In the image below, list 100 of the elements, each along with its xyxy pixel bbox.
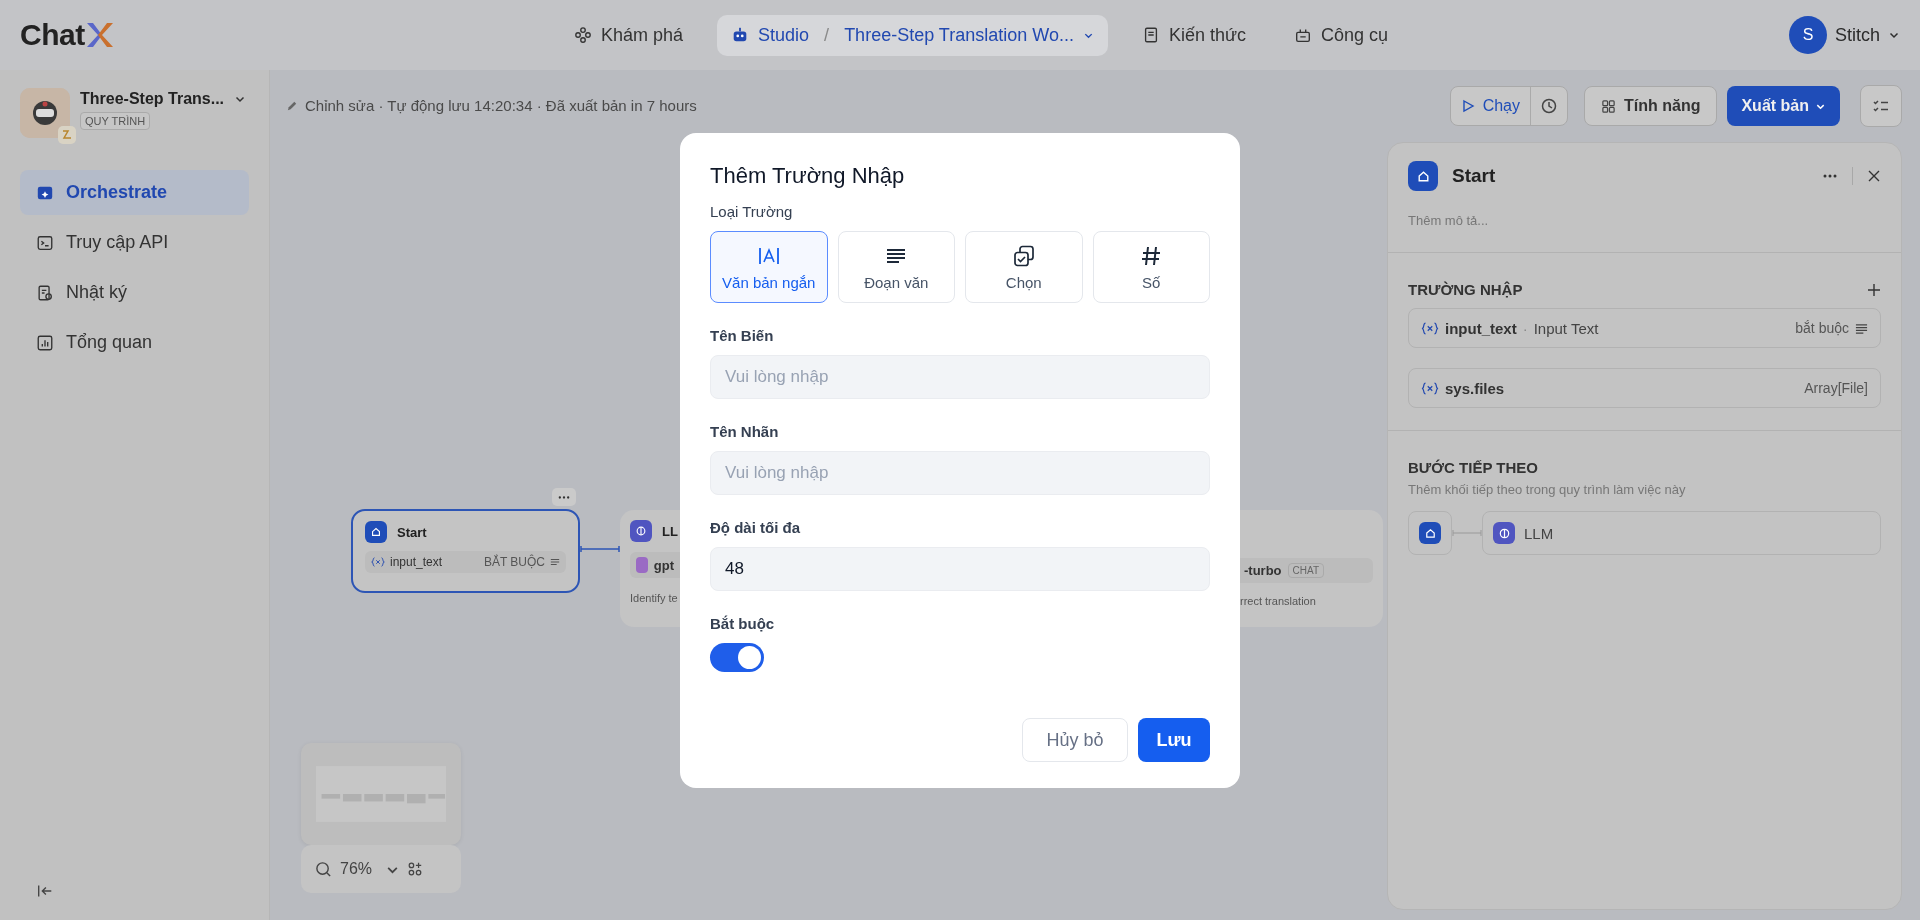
option-label: Văn bản ngắn [722,273,816,291]
features-button[interactable]: Tính năng [1584,86,1718,126]
zoom-level: 76% [340,860,373,878]
dialog-title: Thêm Trường Nhập [710,163,906,189]
bar-chart-icon [36,333,54,352]
variable-name: sys.files [1445,379,1505,397]
sidebar-item[interactable]: Truy cập API [20,220,249,265]
field-type-option[interactable]: Số [1092,231,1210,303]
more-icon[interactable] [1822,173,1838,179]
variable-icon [371,557,385,567]
next-block[interactable]: LLM [1482,511,1881,555]
node-description: Identify te [630,592,679,604]
workflow-badge-icon [58,126,76,144]
nav-tab[interactable]: Khám phá [560,14,698,56]
variable-icon [1421,381,1439,395]
terminal-icon [36,233,54,252]
home-icon [1419,522,1441,544]
field-type-option[interactable]: Chọn [965,231,1083,303]
start-node[interactable]: Start input_text BẮT BUỘC [351,509,580,593]
checklist-icon[interactable] [1860,85,1902,127]
option-label: Chọn [1005,273,1042,291]
node-title: LL [662,523,678,539]
model-icon [636,557,648,573]
nav-tab[interactable]: Studio / Three-Step Translation Wo... [717,14,1108,56]
section-heading: TRƯỜNG NHẬP [1408,281,1523,298]
field-label: Bắt buộc [710,615,776,632]
variable-type: bắt buộc [1795,320,1849,336]
connector-line [580,546,620,552]
logo-icon [84,20,115,50]
variable-type: Array[File] [1804,380,1868,396]
field-type-option[interactable]: Đoạn văn [837,231,955,303]
robot-app-icon [20,88,70,138]
sidebar-label: Truy cập API [66,232,169,253]
breadcrumb-separator: / [824,24,830,46]
model-name: gpt [653,557,674,573]
field-label: Tên Biến [710,327,775,344]
nav-tab[interactable]: Công cụ [1280,14,1403,56]
nav-label: Studio [758,24,810,46]
sidebar-label: Nhật ký [66,282,128,303]
field-label: Độ dài tối đa [710,519,801,536]
max-length-field[interactable]: 48 [710,547,1210,591]
grid-icon [1601,98,1616,114]
required-toggle[interactable] [710,643,764,672]
llm-node[interactable]: LL gpt Identify te [620,510,680,627]
user-name: Stitch [1834,24,1880,46]
connector-line [1452,529,1482,537]
section-heading: BƯỚC TIẾP THEO [1408,459,1539,476]
panel-title: Start [1452,165,1496,187]
sidebar-item[interactable]: Nhật ký [20,270,249,315]
variable-label: Input Text [1533,319,1599,337]
node-description: rrect translation [1240,595,1317,607]
add-icon[interactable] [1867,282,1881,297]
home-icon [1408,161,1438,191]
variable-name: input_text [1445,319,1517,337]
model-tag: CHAT [1287,563,1325,578]
checkbox-icon [1011,243,1036,268]
field-label: Tên Nhãn [710,423,780,440]
separator-dot: · [1522,319,1528,337]
publish-button[interactable]: Xuất bản [1727,86,1840,126]
variable-name: input_text [390,555,443,569]
field-label: Loại Trường [710,203,794,220]
sidebar-item[interactable]: Tổng quan [20,320,249,365]
nav-label: Công cụ [1321,24,1389,46]
model-name: -turbo [1244,563,1282,578]
cancel-button[interactable]: Hủy bỏ [1022,718,1128,762]
option-label: Số [1142,273,1161,291]
logo-text: Chat [20,18,85,52]
sidebar-item[interactable]: Orchestrate [20,170,249,215]
save-status: Chỉnh sửa · Tự động lưu 14:20:34 · Đã xuất bản in 7 hours [305,97,697,114]
variable-row[interactable]: sys.files Array[File] [1408,368,1881,408]
variable-icon [1421,321,1439,335]
label-name-field[interactable]: Vui lòng nhập [710,451,1210,495]
field-type-option[interactable]: Văn bản ngắn [710,231,828,303]
breadcrumb-app[interactable]: Three-Step Translation Wo... [844,24,1074,46]
llm-node[interactable]: -turbo CHAT rrect translation [1240,510,1383,627]
option-label: Đoạn văn [864,273,929,291]
app-type-tag: QUY TRÌNH [80,112,151,130]
section-hint: Thêm khối tiếp theo trong quy trình làm việc này [1408,482,1687,497]
nav-label: Khám phá [601,24,684,46]
required-label: BẮT BUỘC [483,555,545,569]
close-icon[interactable] [1867,169,1881,183]
block-name: LLM [1524,524,1554,542]
play-icon [1460,99,1475,113]
zoom-icon[interactable] [315,860,332,878]
nav-label: Kiến thức [1168,24,1246,46]
add-block-icon[interactable] [407,861,424,877]
variable-name-field[interactable]: Vui lòng nhập [710,355,1210,399]
log-icon [36,283,54,302]
nav-tab[interactable]: Kiến thức [1127,14,1260,56]
sidebar-label: Tổng quan [66,332,153,353]
text-lines-icon [1855,321,1868,335]
node-title: Start [397,524,427,540]
compass-icon [574,26,592,44]
variable-row[interactable]: input_text · Input Text bắt buộc [1408,308,1881,348]
app-name: Three-Step Trans... [80,90,225,108]
text-lines-icon [550,557,560,567]
user-avatar[interactable]: S [1788,16,1827,54]
pencil-icon [286,99,299,112]
sidebar-label: Orchestrate [66,182,168,203]
save-button[interactable]: Lưu [1138,718,1210,762]
